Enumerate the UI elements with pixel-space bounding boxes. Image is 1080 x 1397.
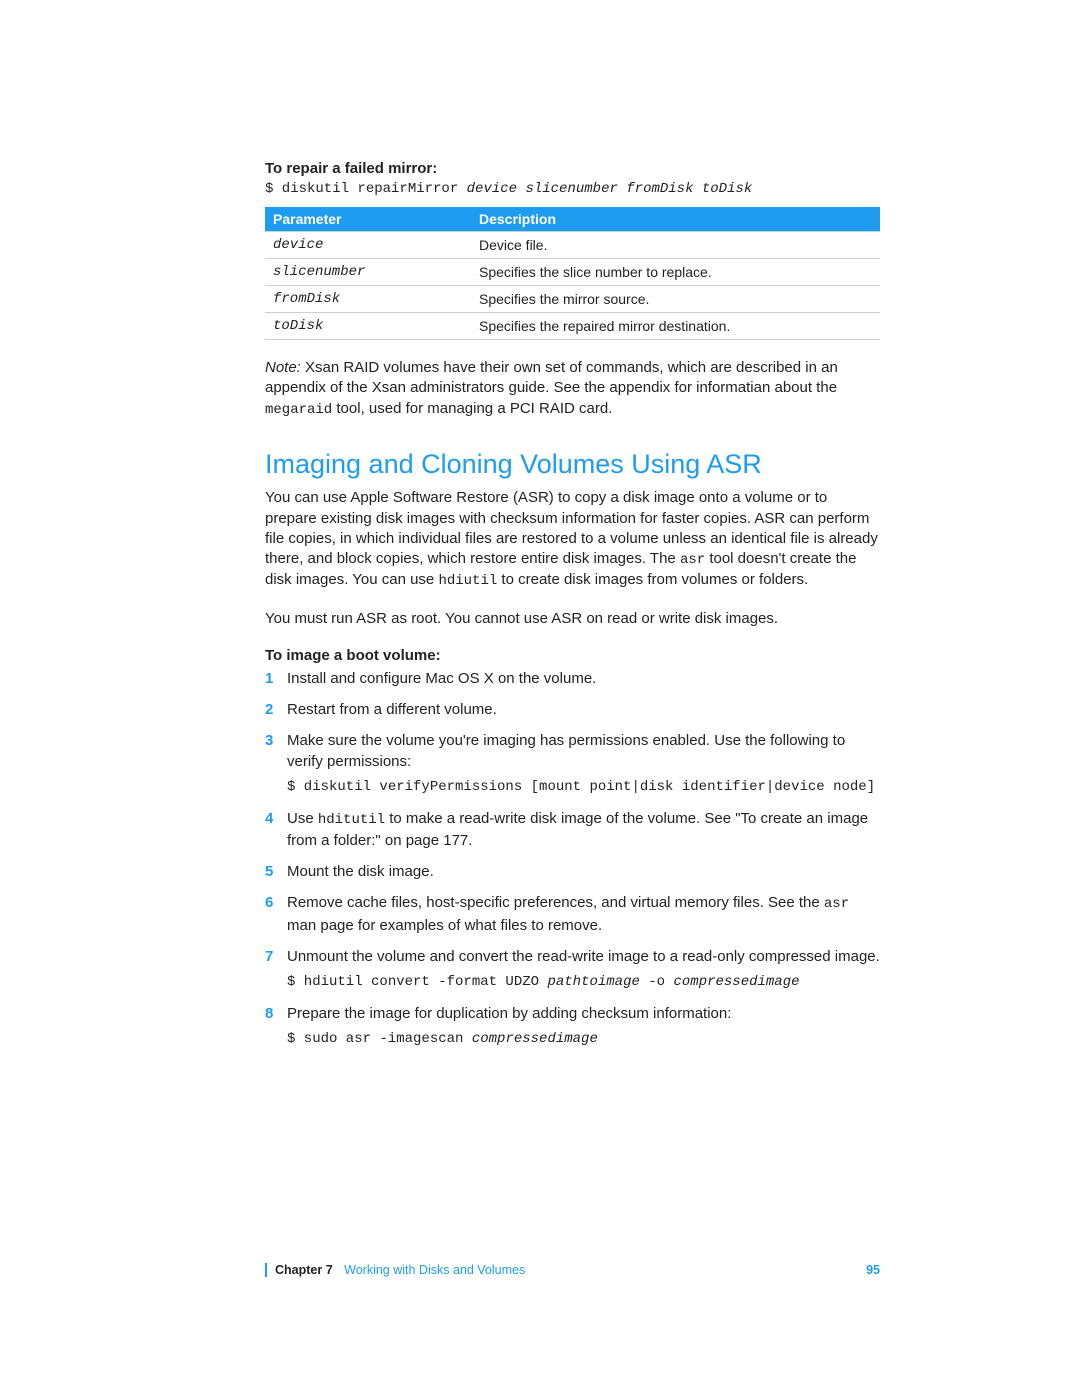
table-row: device Device file. — [265, 232, 880, 259]
cmd-arg: compressedimage — [472, 1031, 598, 1047]
page-footer: 95 Chapter 7 Working with Disks and Volu… — [265, 1263, 880, 1277]
step-item: Unmount the volume and convert the read-… — [265, 946, 880, 993]
note-text-a: Xsan RAID volumes have their own set of … — [265, 359, 838, 396]
step-text: Use — [287, 810, 318, 827]
table-row: slicenumber Specifies the slice number t… — [265, 259, 880, 286]
step-item: Prepare the image for duplication by add… — [265, 1003, 880, 1050]
th-parameter: Parameter — [265, 207, 471, 232]
step-tool: asr — [824, 896, 849, 912]
desc-cell: Specifies the slice number to replace. — [471, 259, 880, 286]
note-text-b: tool, used for managing a PCI RAID card. — [332, 400, 612, 417]
intro-hdi: hdiutil — [438, 573, 497, 589]
table-row: fromDisk Specifies the mirror source. — [265, 286, 880, 313]
cmd-hdiutil-convert: $ hdiutil convert -format UDZO pathtoima… — [287, 973, 880, 993]
subhead-image-boot: To image a boot volume: — [265, 647, 880, 664]
cmd-text: $ sudo asr -imagescan — [287, 1031, 472, 1047]
cmd-text: -o — [640, 974, 674, 990]
step-text: Restart from a different volume. — [287, 701, 497, 718]
root-note: You must run ASR as root. You cannot use… — [265, 609, 880, 629]
note-label: Note: — [265, 359, 305, 376]
intro-c: to create disk images from volumes or fo… — [497, 571, 808, 588]
desc-cell: Specifies the mirror source. — [471, 286, 880, 313]
param-cell: fromDisk — [265, 286, 471, 313]
subhead-repair-mirror: To repair a failed mirror: — [265, 160, 880, 177]
note-paragraph: Note: Xsan RAID volumes have their own s… — [265, 358, 880, 419]
step-text: Remove cache files, host-specific prefer… — [287, 894, 824, 911]
th-description: Description — [471, 207, 880, 232]
cmd-text: $ hdiutil convert -format UDZO — [287, 974, 547, 990]
intro-asr: asr — [680, 552, 705, 568]
parameter-table: Parameter Description device Device file… — [265, 207, 880, 340]
desc-cell: Device file. — [471, 232, 880, 259]
page-number: 95 — [866, 1263, 880, 1277]
steps-list: Install and configure Mac OS X on the vo… — [265, 668, 880, 1049]
step-text: Prepare the image for duplication by add… — [287, 1005, 731, 1022]
step-item: Remove cache files, host-specific prefer… — [265, 892, 880, 936]
step-item: Restart from a different volume. — [265, 699, 880, 720]
param-cell: device — [265, 232, 471, 259]
cmd-args: device slicenumber fromDisk toDisk — [467, 181, 753, 197]
desc-cell: Specifies the repaired mirror destinatio… — [471, 313, 880, 340]
param-cell: toDisk — [265, 313, 471, 340]
cmd-arg: pathtoimage — [547, 974, 639, 990]
step-tool: hditutil — [318, 812, 385, 828]
step-text: Install and configure Mac OS X on the vo… — [287, 670, 596, 687]
intro-paragraph: You can use Apple Software Restore (ASR)… — [265, 488, 880, 591]
step-text: Make sure the volume you're imaging has … — [287, 732, 845, 770]
table-row: toDisk Specifies the repaired mirror des… — [265, 313, 880, 340]
cmd-verify-permissions: $ diskutil verifyPermissions [mount poin… — [287, 778, 880, 798]
step-text: man page for examples of what files to r… — [287, 917, 602, 934]
note-tool: megaraid — [265, 402, 332, 418]
section-heading-asr: Imaging and Cloning Volumes Using ASR — [265, 449, 880, 480]
chapter-title: Working with Disks and Volumes — [344, 1263, 525, 1277]
step-text: Mount the disk image. — [287, 863, 434, 880]
step-item: Use hditutil to make a read-write disk i… — [265, 808, 880, 852]
chapter-label: Chapter 7 — [275, 1263, 333, 1277]
cmd-prefix: $ diskutil repairMirror — [265, 181, 467, 197]
step-item: Mount the disk image. — [265, 861, 880, 882]
cmd-arg: compressedimage — [673, 974, 799, 990]
step-item: Make sure the volume you're imaging has … — [265, 730, 880, 798]
step-text: Unmount the volume and convert the read-… — [287, 948, 880, 965]
document-page: To repair a failed mirror: $ diskutil re… — [0, 0, 1080, 1397]
cmd-repair-mirror: $ diskutil repairMirror device slicenumb… — [265, 181, 880, 197]
step-item: Install and configure Mac OS X on the vo… — [265, 668, 880, 689]
param-cell: slicenumber — [265, 259, 471, 286]
cmd-asr-imagescan: $ sudo asr -imagescan compressedimage — [287, 1030, 880, 1050]
